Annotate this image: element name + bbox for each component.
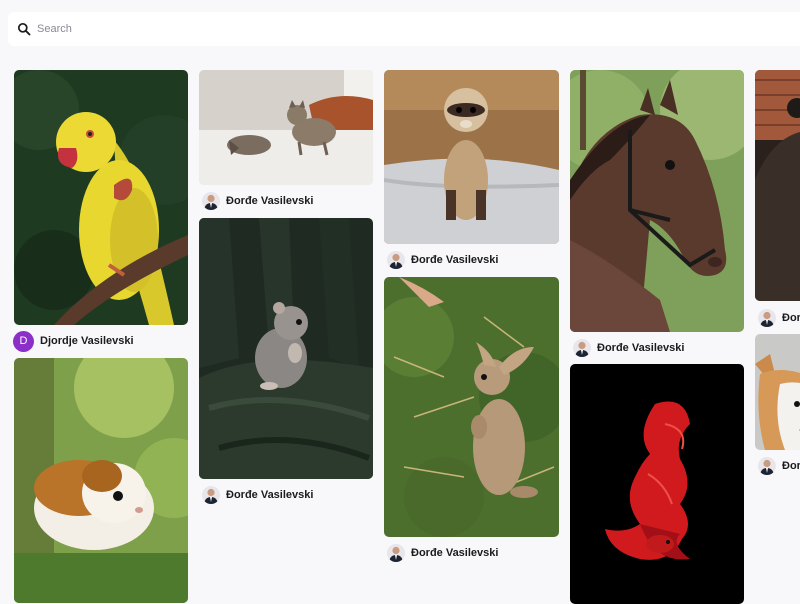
search-input[interactable] (37, 23, 737, 35)
author-name: Đorđe Vasilevski (411, 254, 499, 266)
author-name: Đorđe Vasilevski (411, 547, 499, 559)
author-name: Đorđe Vasilevski (226, 195, 314, 207)
guinea-pig-photo[interactable] (14, 358, 188, 603)
pin-author[interactable]: Đorđe Vasilevski (573, 337, 684, 359)
pin-author[interactable]: Đorđe Vasilevski (202, 484, 313, 506)
pin-author[interactable]: Đorđe Vasilevski (387, 542, 498, 564)
betta-fish-photo[interactable] (570, 364, 744, 604)
horse-photo[interactable] (570, 70, 744, 332)
search-bar[interactable] (8, 12, 800, 46)
author-name: Đor (782, 460, 800, 472)
dark-animal-photo[interactable] (755, 70, 800, 301)
avatar (387, 544, 405, 562)
search-icon (17, 22, 31, 36)
rabbit-photo[interactable] (384, 277, 559, 537)
kittens-photo[interactable] (199, 70, 373, 185)
avatar (387, 251, 405, 269)
avatar: D (13, 330, 34, 352)
author-name: Đorđe Vasilevski (597, 342, 685, 354)
pin-author[interactable]: Đor (758, 307, 800, 329)
pin-author[interactable]: Đorđe Vasilevski (387, 249, 498, 271)
author-name: Djordje Vasilevski (40, 335, 134, 347)
author-name: Đor (782, 312, 800, 324)
pin-author[interactable]: D Djordje Vasilevski (13, 330, 134, 352)
parrot-photo[interactable] (14, 70, 188, 325)
ferret-photo[interactable] (384, 70, 559, 244)
pin-author[interactable]: Đorđe Vasilevski (202, 190, 313, 212)
avatar (202, 192, 220, 210)
hamster-photo[interactable] (199, 218, 373, 479)
corgi-photo[interactable] (755, 334, 800, 450)
avatar (202, 486, 220, 504)
author-name: Đorđe Vasilevski (226, 489, 314, 501)
avatar (573, 339, 591, 357)
avatar (758, 457, 776, 475)
pin-author[interactable]: Đor (758, 455, 800, 477)
avatar (758, 309, 776, 327)
